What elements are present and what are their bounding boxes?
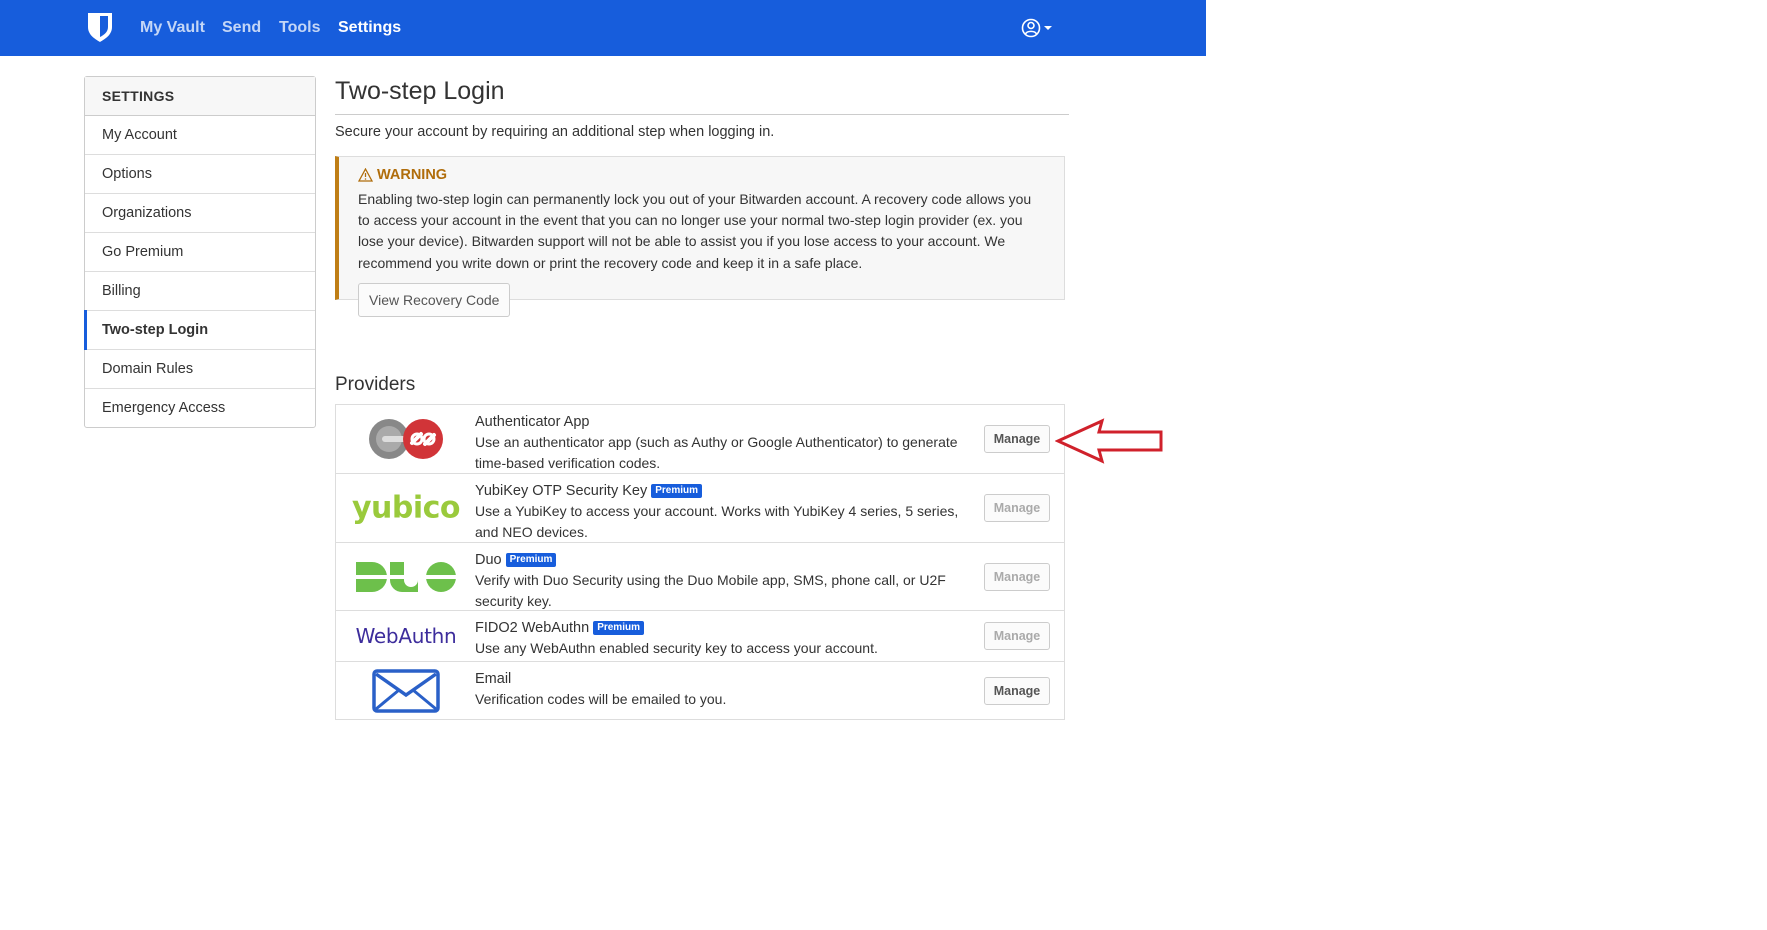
provider-description: Use any WebAuthn enabled security key to… xyxy=(475,640,878,656)
sidebar-item-emergency-access[interactable]: Emergency Access xyxy=(85,389,315,427)
provider-row-yubikey: yubico YubiKey OTP Security Key Premium U… xyxy=(336,474,1064,543)
sidebar-item-organizations[interactable]: Organizations xyxy=(85,194,315,233)
red-arrow-annotation-icon xyxy=(1055,418,1163,464)
sidebar-item-options[interactable]: Options xyxy=(85,155,315,194)
premium-badge: Premium xyxy=(651,484,702,498)
nav-send[interactable]: Send xyxy=(222,19,261,37)
provider-name: Duo Premium xyxy=(475,550,975,570)
sidebar-item-billing[interactable]: Billing xyxy=(85,272,315,311)
providers-list: Authenticator App Use an authenticator a… xyxy=(335,404,1065,720)
main-content: Two-step Login Secure your account by re… xyxy=(335,76,1069,720)
provider-description: Use an authenticator app (such as Authy … xyxy=(475,434,958,471)
sidebar-item-go-premium[interactable]: Go Premium xyxy=(85,233,315,272)
warning-triangle-icon xyxy=(358,168,373,182)
sidebar-item-domain-rules[interactable]: Domain Rules xyxy=(85,350,315,389)
provider-row-duo: Duo Premium Verify with Duo Security usin… xyxy=(336,543,1064,611)
warning-text: Enabling two-step login can permanently … xyxy=(358,191,1032,271)
sidebar-header: SETTINGS xyxy=(85,77,315,116)
sidebar-item-my-account[interactable]: My Account xyxy=(85,116,315,155)
settings-sidebar: SETTINGS My Account Options Organization… xyxy=(84,76,316,428)
provider-name: YubiKey OTP Security Key Premium xyxy=(475,481,975,501)
email-envelope-icon xyxy=(354,668,458,714)
warning-callout: WARNING Enabling two-step login can perm… xyxy=(335,156,1065,317)
provider-name: Email xyxy=(475,671,512,687)
authenticator-logo-icon xyxy=(354,416,458,462)
warning-title: WARNING xyxy=(358,167,1044,183)
manage-webauthn-button[interactable]: Manage xyxy=(984,622,1050,650)
nav-my-vault[interactable]: My Vault xyxy=(140,19,205,37)
bitwarden-logo-icon[interactable] xyxy=(86,11,114,43)
provider-description: Verification codes will be emailed to yo… xyxy=(475,691,727,707)
premium-badge: Premium xyxy=(505,553,557,567)
provider-row-authenticator: Authenticator App Use an authenticator a… xyxy=(336,405,1064,474)
page-subtitle: Secure your account by requiring an addi… xyxy=(335,124,775,140)
provider-description: Verify with Duo Security using the Duo M… xyxy=(475,572,946,609)
providers-heading: Providers xyxy=(335,374,416,395)
account-menu-button[interactable] xyxy=(1020,14,1060,42)
provider-name: FIDO2 WebAuthn Premium xyxy=(475,618,975,638)
provider-row-webauthn: WebAuthn FIDO2 WebAuthn Premium Use any W… xyxy=(336,611,1064,662)
warning-title-text: WARNING xyxy=(377,167,448,183)
manage-yubikey-button[interactable]: Manage xyxy=(984,494,1050,522)
page-title: Two-step Login xyxy=(335,76,1069,115)
user-circle-icon xyxy=(1021,18,1052,38)
duo-logo-icon xyxy=(354,560,458,594)
provider-row-email: Email Verification codes will be emailed… xyxy=(336,662,1064,719)
provider-name: Authenticator App xyxy=(475,414,590,430)
yubico-logo-icon: yubico xyxy=(351,490,461,526)
manage-email-button[interactable]: Manage xyxy=(984,676,1050,705)
sidebar-item-two-step-login[interactable]: Two-step Login xyxy=(84,310,315,350)
premium-badge: Premium xyxy=(593,621,644,635)
provider-description: Use a YubiKey to access your account. Wo… xyxy=(475,503,959,540)
nav-settings[interactable]: Settings xyxy=(338,19,401,37)
manage-duo-button[interactable]: Manage xyxy=(984,562,1050,591)
manage-authenticator-button[interactable]: Manage xyxy=(984,425,1050,453)
view-recovery-code-button[interactable]: View Recovery Code xyxy=(358,282,511,317)
webauthn-logo-icon: WebAuthn xyxy=(355,624,457,648)
top-navbar: My Vault Send Tools Settings xyxy=(0,0,1206,56)
nav-tools[interactable]: Tools xyxy=(279,19,320,37)
